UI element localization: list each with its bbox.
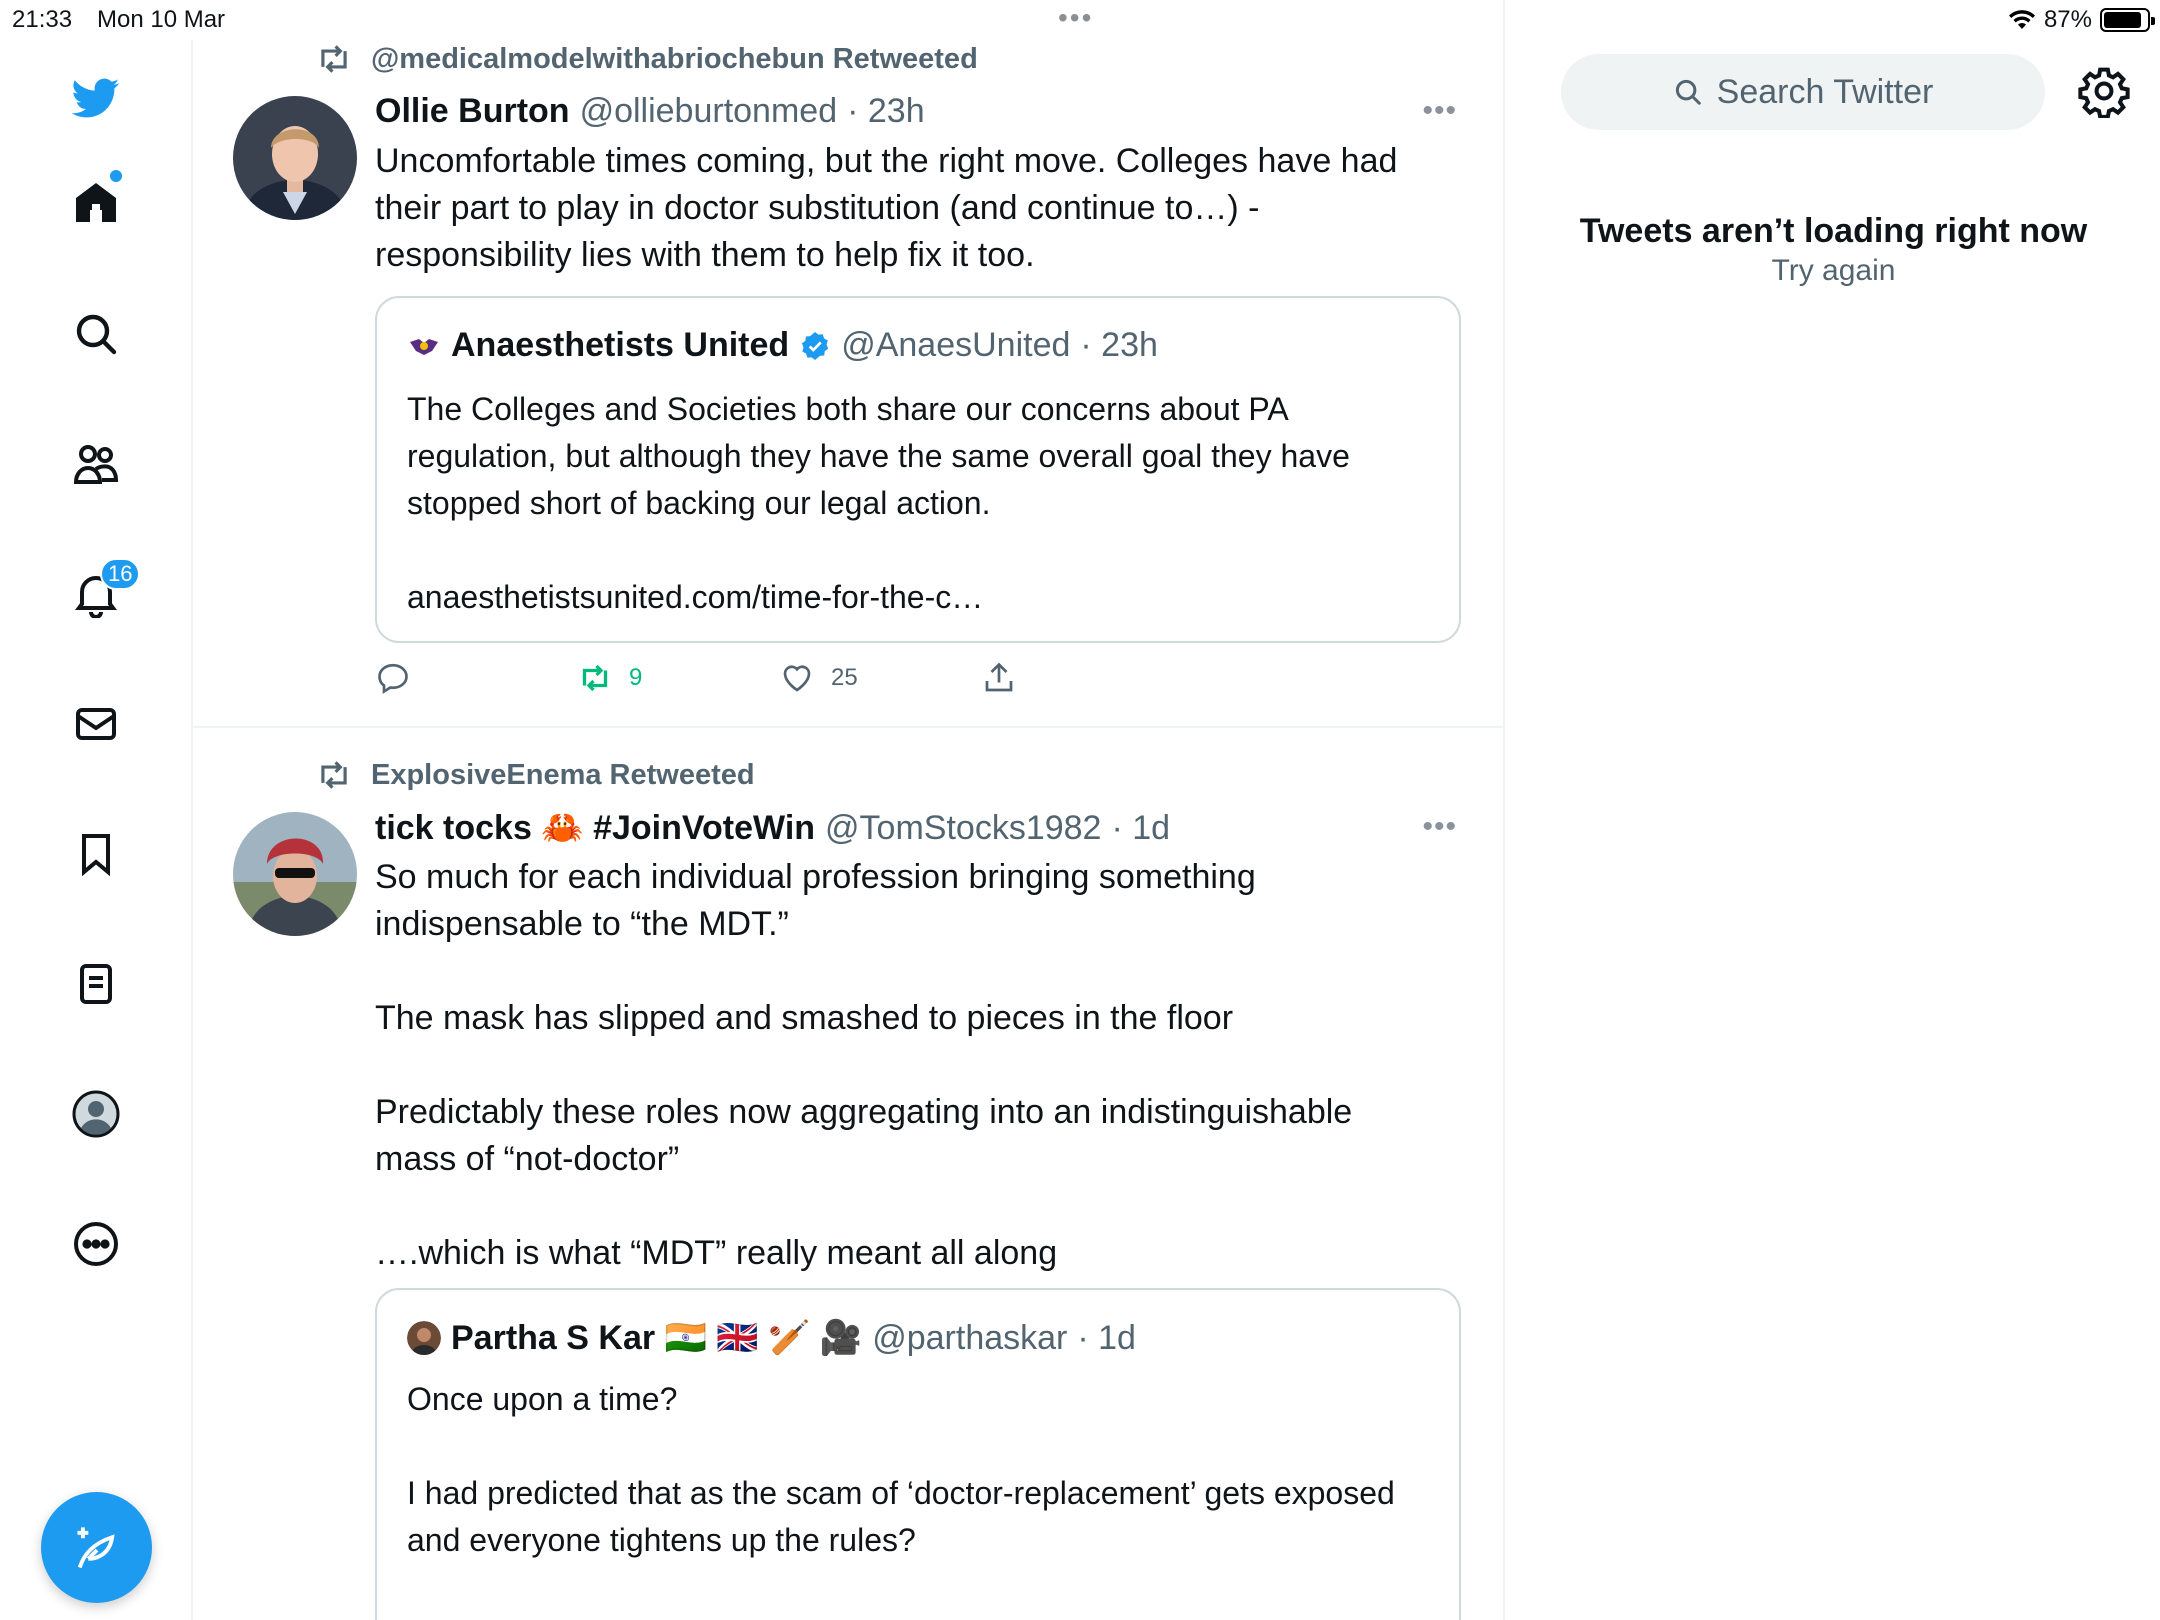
tweet-text: So much for each individual profession b…	[375, 858, 1353, 1272]
notifications-badge: 16	[100, 558, 141, 590]
share-icon	[985, 662, 1013, 692]
more-options-icon[interactable]: •••	[1422, 94, 1457, 128]
home-unread-dot	[110, 170, 122, 182]
avatar[interactable]	[233, 812, 357, 936]
author-handle[interactable]: @ollieburtonmed	[580, 92, 838, 131]
more-options-icon[interactable]: •••	[1422, 810, 1457, 844]
author-handle[interactable]: @TomStocks1982	[825, 809, 1101, 848]
reply-button[interactable]	[375, 660, 577, 696]
avatar[interactable]	[233, 96, 357, 220]
retweet-icon	[321, 761, 347, 789]
author-name[interactable]: tick tocks 🦀 #JoinVoteWin	[375, 808, 815, 848]
retweeted-by-label: @medicalmodelwithabriochebun Retweeted	[371, 42, 978, 75]
bookmarks-icon[interactable]	[60, 818, 132, 890]
wifi-icon	[2008, 10, 2035, 29]
home-timeline[interactable]: @medicalmodelwithabriochebun Retweeted O…	[193, 0, 1505, 1620]
quote-author-name: Anaesthetists United	[451, 326, 790, 364]
quote-header: Partha S Kar 🇮🇳 🇬🇧 🏏 🎥 @parthaskar · 1d	[407, 1318, 1136, 1358]
retweet-count: 9	[629, 664, 643, 691]
quote-avatar	[407, 328, 441, 363]
retweeted-by-label: ExplosiveEnema Retweeted	[371, 758, 755, 791]
like-button[interactable]: 25	[779, 660, 981, 696]
messages-icon[interactable]	[60, 688, 132, 760]
retweet-context[interactable]: @medicalmodelwithabriochebun Retweeted	[315, 40, 978, 78]
settings-gear-icon[interactable]	[2077, 64, 2131, 118]
share-button[interactable]	[981, 660, 1183, 696]
quote-avatar	[407, 1321, 441, 1355]
try-again-link[interactable]: Try again	[1507, 254, 2160, 288]
profile-icon[interactable]	[60, 1078, 132, 1150]
like-count: 25	[831, 664, 858, 691]
left-navigation: 16	[0, 40, 193, 1620]
battery-icon	[2100, 8, 2155, 32]
tweet-header: Ollie Burton @ollieburtonmed · 23h	[375, 92, 925, 131]
notifications-icon[interactable]: 16	[60, 558, 141, 630]
quote-author-handle: @AnaesUnited	[841, 326, 1071, 364]
quote-time: · 23h	[1080, 326, 1158, 364]
quote-tweet[interactable]: Partha S Kar 🇮🇳 🇬🇧 🏏 🎥 @parthaskar · 1d …	[375, 1288, 1461, 1620]
tweet-text: Uncomfortable times coming, but the righ…	[375, 142, 1407, 274]
right-sidebar: Search Twitter Tweets aren’t loading rig…	[1507, 40, 2160, 1620]
tweet-header: tick tocks 🦀 #JoinVoteWin @TomStocks1982…	[375, 808, 1170, 848]
search-input[interactable]: Search Twitter	[1561, 54, 2045, 130]
verified-badge-icon	[802, 331, 829, 360]
more-icon[interactable]	[60, 1208, 132, 1280]
tweet[interactable]: ExplosiveEnema Retweeted tick tocks 🦀 #J…	[193, 756, 1503, 1620]
search-icon[interactable]	[60, 298, 132, 370]
quote-time: · 1d	[1077, 1318, 1136, 1357]
error-message-title: Tweets aren’t loading right now	[1579, 212, 2088, 250]
retweet-icon	[321, 45, 347, 73]
reply-icon	[378, 663, 408, 694]
tweet[interactable]: @medicalmodelwithabriochebun Retweeted O…	[193, 40, 1503, 728]
search-placeholder: Search Twitter	[1716, 72, 1934, 111]
quote-author-handle: @parthaskar	[872, 1318, 1068, 1357]
twitter-logo-icon[interactable]	[60, 62, 132, 134]
compose-tweet-button[interactable]	[41, 1492, 152, 1603]
home-icon[interactable]	[60, 166, 132, 238]
status-time: 21:33	[12, 6, 73, 33]
tweet-time[interactable]: · 1d	[1111, 809, 1170, 848]
quote-author-name: Partha S Kar 🇮🇳 🇬🇧 🏏 🎥	[451, 1319, 863, 1357]
quote-text: The Colleges and Societies both share ou…	[407, 391, 1350, 615]
search-icon	[1675, 79, 1701, 105]
retweet-icon	[582, 664, 608, 692]
tweet-actions: 9 25	[375, 660, 1183, 696]
retweet-button[interactable]: 9	[577, 660, 779, 696]
communities-icon[interactable]	[60, 428, 132, 500]
quote-header: Anaesthetists United @AnaesUnited · 23h	[407, 326, 1158, 365]
compose-feather-icon	[77, 1526, 115, 1568]
status-indicators: 87%	[2008, 6, 2155, 34]
lists-icon[interactable]	[60, 948, 132, 1020]
quote-tweet[interactable]: Anaesthetists United @AnaesUnited · 23h …	[375, 296, 1461, 643]
quote-text: Once upon a time? I had predicted that a…	[407, 1381, 1395, 1558]
heart-icon	[783, 665, 811, 692]
tweet-time[interactable]: · 23h	[847, 92, 925, 131]
retweet-context[interactable]: ExplosiveEnema Retweeted	[315, 756, 755, 794]
battery-percent: 87%	[2043, 6, 2092, 33]
author-name[interactable]: Ollie Burton	[375, 92, 570, 131]
